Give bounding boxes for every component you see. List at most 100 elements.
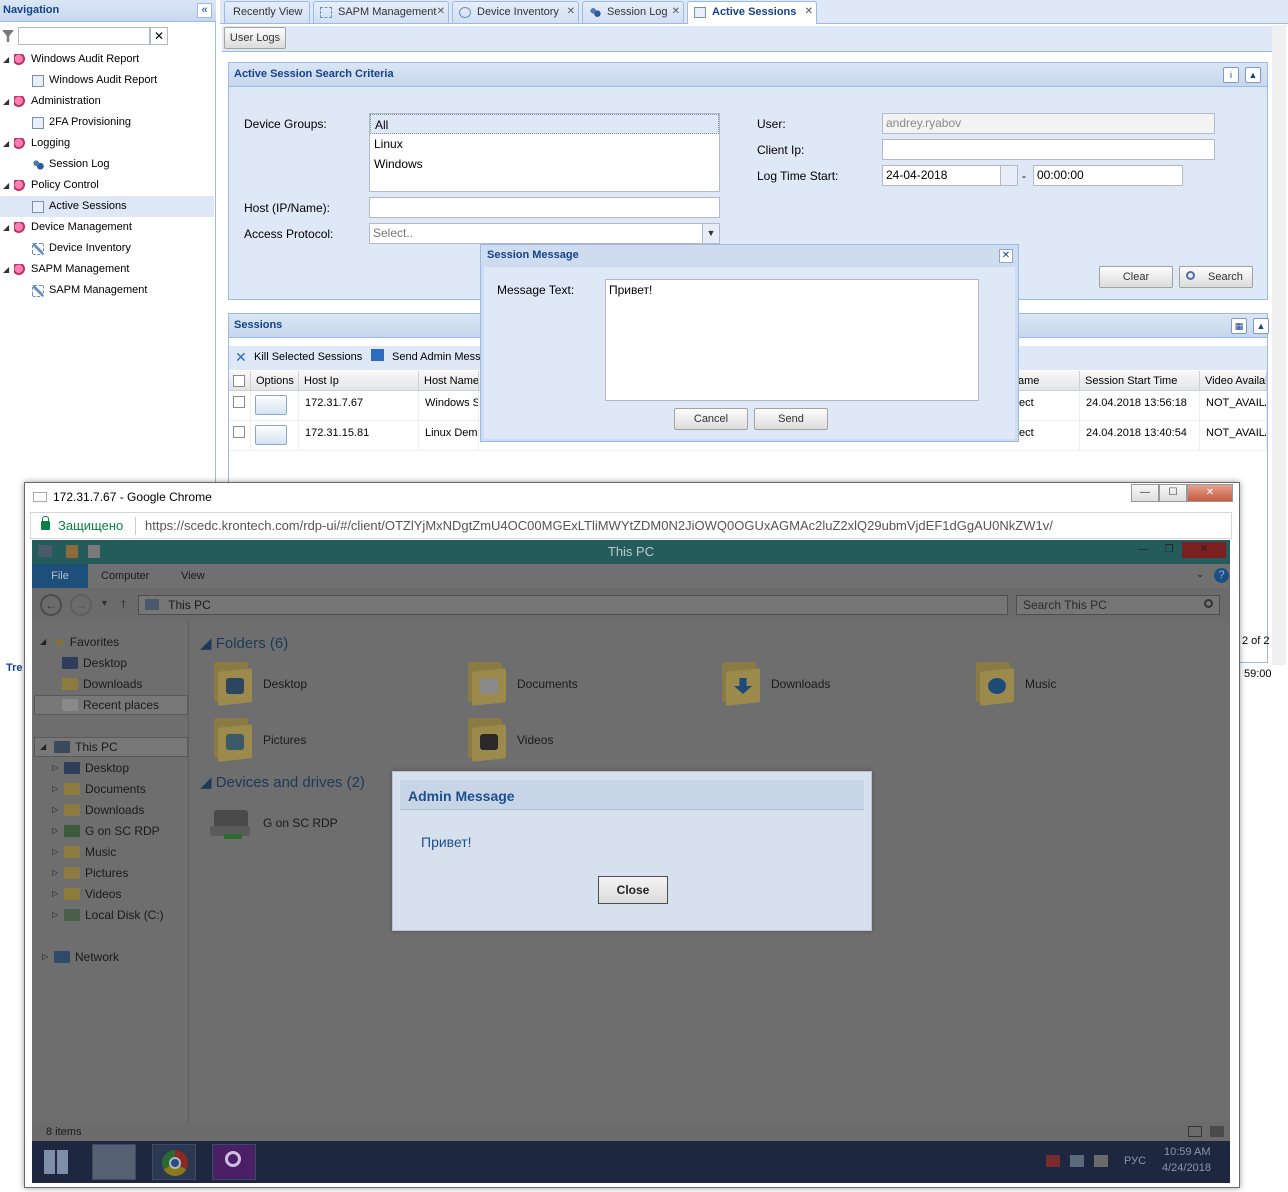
documents-folder-icon[interactable] [466, 660, 506, 706]
tree-network[interactable]: ▷ Network [42, 947, 119, 967]
close-icon[interactable]: ✕ [567, 2, 575, 22]
clear-button[interactable]: Clear [1099, 266, 1173, 288]
select-all-checkbox[interactable] [233, 375, 245, 387]
address-bar[interactable]: Защищено https://scedc.krontech.com/rdp-… [30, 512, 1232, 539]
navigation-filter-input[interactable] [18, 27, 150, 45]
close-button[interactable]: ✕ [1187, 484, 1233, 502]
tree-item[interactable]: ▷ G on SC RDP [52, 821, 160, 841]
nav-tree-item[interactable]: ◢ Administration [0, 91, 214, 112]
forward-icon[interactable]: → [70, 594, 92, 616]
collapse-icon[interactable]: « [197, 3, 212, 18]
options-button[interactable] [255, 425, 287, 445]
nav-tree-item[interactable]: ◢ Device Management [0, 217, 214, 238]
options-button[interactable] [255, 395, 287, 415]
file-explorer-taskbar-icon[interactable] [92, 1144, 136, 1180]
collapse-up-icon[interactable]: ▲ [1245, 67, 1261, 83]
column-header[interactable]: Session Start Time [1080, 371, 1200, 391]
close-icon[interactable]: ✕ [672, 2, 680, 22]
access-protocol-select[interactable]: Select.. ▼ [369, 223, 720, 244]
nav-tree-item[interactable]: ◢ Windows Audit Report [0, 49, 214, 70]
language-indicator[interactable]: РУС [1124, 1155, 1146, 1167]
close-icon[interactable]: ✕ [999, 249, 1013, 263]
clock-date[interactable]: 4/24/2018 [1162, 1162, 1211, 1174]
close-icon[interactable]: ✕ [805, 2, 813, 22]
column-header[interactable]: Host Name [419, 371, 479, 391]
client-ip-input[interactable] [882, 139, 1215, 160]
windows-start-icon[interactable] [44, 1150, 68, 1174]
search-app-taskbar-icon[interactable] [212, 1144, 256, 1180]
tab-device-inventory[interactable]: Device Inventory ✕ [452, 1, 579, 23]
tree-item[interactable]: ▷ Videos [52, 884, 121, 904]
tree-tab-label[interactable]: Tre [6, 662, 23, 674]
column-header[interactable]: ame [1013, 371, 1080, 391]
info-icon[interactable]: i [1223, 67, 1239, 83]
folder-label[interactable]: Pictures [263, 733, 306, 747]
close-button[interactable]: ✕ [1182, 542, 1226, 558]
tree-item[interactable]: Desktop [62, 653, 127, 673]
details-view-icon[interactable] [1188, 1126, 1202, 1137]
back-icon[interactable]: ← [40, 594, 62, 616]
music-folder-icon[interactable] [974, 660, 1014, 706]
ribbon-file-tab[interactable]: File [32, 564, 88, 588]
recent-locations-icon[interactable]: ▼ [100, 598, 109, 608]
url-text[interactable]: https://scedc.krontech.com/rdp-ui/#/clie… [145, 518, 1053, 533]
folders-section-header[interactable]: ◢ Folders (6) [200, 634, 288, 652]
tree-item[interactable]: Downloads [62, 674, 142, 694]
tree-item[interactable]: ▷ Downloads [52, 800, 144, 820]
kill-sessions-button[interactable]: Kill Selected Sessions [254, 351, 362, 363]
device-label[interactable]: G on SC RDP [263, 816, 338, 830]
videos-folder-icon[interactable] [466, 716, 506, 762]
restore-button[interactable]: ❐ [1156, 542, 1182, 558]
expand-arrow-icon[interactable]: ◢ [3, 49, 9, 70]
up-icon[interactable]: ↑ [120, 595, 127, 611]
tree-item[interactable]: ▷ Pictures [52, 863, 128, 883]
list-item[interactable]: Windows [370, 154, 719, 174]
tab-session-log[interactable]: Session Log ✕ [582, 1, 684, 23]
nav-tree-item[interactable]: Active Sessions [0, 196, 214, 217]
tree-item[interactable]: ▷ Music [52, 842, 116, 862]
properties-icon[interactable] [66, 545, 78, 558]
ribbon-tab-view[interactable]: View [181, 570, 205, 582]
nav-tree-item[interactable]: 2FA Provisioning [0, 112, 214, 133]
desktop-folder-icon[interactable] [212, 660, 252, 706]
explorer-search-input[interactable]: Search This PC [1016, 595, 1220, 615]
send-admin-message-button[interactable]: Send Admin Mess [392, 351, 481, 363]
device-groups-list[interactable]: All Linux Windows [369, 113, 720, 192]
folder-label[interactable]: Downloads [771, 677, 830, 691]
column-header[interactable]: Host Ip [299, 371, 419, 391]
log-time-input[interactable]: 00:00:00 [1033, 165, 1183, 186]
pictures-folder-icon[interactable] [212, 716, 252, 762]
tab-sapm-management[interactable]: SAPM Management ✕ [313, 1, 449, 23]
nav-tree-item[interactable]: Windows Audit Report [0, 70, 214, 91]
list-item[interactable]: All [370, 114, 719, 134]
devices-section-header[interactable]: ◢ Devices and drives (2) [200, 773, 365, 791]
volume-muted-icon[interactable] [1094, 1155, 1108, 1167]
column-header[interactable]: Options [251, 371, 299, 391]
minimize-button[interactable]: — [1130, 542, 1156, 558]
path-box[interactable]: This PC [138, 595, 1008, 615]
filter-clear-icon[interactable]: ✕ [150, 27, 168, 45]
expand-arrow-icon[interactable]: ◢ [3, 133, 9, 154]
tree-item[interactable]: ▷ Desktop [52, 758, 129, 778]
nav-tree-item[interactable]: ◢ Policy Control [0, 175, 214, 196]
nav-tree-item[interactable]: ◢ Logging [0, 133, 214, 154]
network-drive-icon[interactable] [210, 810, 254, 840]
collapse-up-icon[interactable]: ▲ [1253, 318, 1269, 334]
tab-active-sessions[interactable]: Active Sessions ✕ [687, 1, 817, 24]
flag-tray-icon[interactable] [1046, 1155, 1060, 1167]
chevron-down-icon[interactable]: ⌄ [1196, 569, 1204, 580]
cancel-button[interactable]: Cancel [674, 408, 748, 430]
send-button[interactable]: Send [754, 408, 828, 430]
user-field[interactable]: andrey.ryabov [882, 113, 1215, 134]
row-checkbox[interactable] [233, 426, 245, 438]
tree-this-pc[interactable]: ◢ This PC [40, 737, 118, 757]
ribbon-tab-computer[interactable]: Computer [101, 570, 149, 582]
user-logs-button[interactable]: User Logs [224, 27, 286, 49]
list-item[interactable]: Linux [370, 134, 719, 154]
maximize-button[interactable]: ☐ [1159, 484, 1187, 502]
tree-item[interactable]: Recent places [62, 695, 159, 715]
search-button[interactable]: Search [1179, 266, 1253, 288]
help-icon[interactable]: ? [1214, 568, 1229, 583]
tree-item[interactable]: ▷ Documents [52, 779, 146, 799]
close-button[interactable]: Close [598, 876, 668, 904]
